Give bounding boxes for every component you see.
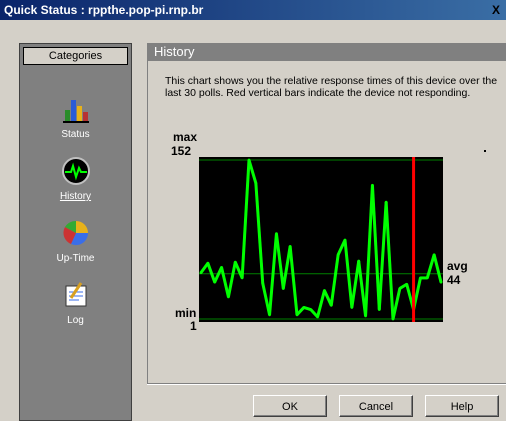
data-point xyxy=(268,313,271,317)
sidebar-item-up-time[interactable]: Up-Time xyxy=(20,218,131,264)
response-time-chart xyxy=(199,157,443,322)
data-point xyxy=(391,317,395,321)
data-point xyxy=(364,314,367,318)
sidebar-item-label: Log xyxy=(67,315,84,326)
data-point xyxy=(343,238,347,242)
max-label: max xyxy=(173,130,198,144)
sidebar-item-label: Status xyxy=(61,129,90,140)
heartbeat-icon xyxy=(61,157,90,185)
data-point xyxy=(405,282,409,286)
data-point xyxy=(220,266,223,269)
data-point xyxy=(419,276,422,280)
chart-description: This chart shows you the relative respon… xyxy=(165,75,498,99)
data-point xyxy=(247,158,251,162)
ok-button[interactable]: OK xyxy=(253,395,327,417)
data-point xyxy=(213,280,217,284)
close-button[interactable]: X xyxy=(492,2,506,18)
data-point xyxy=(316,315,319,319)
data-point xyxy=(227,295,230,299)
data-point xyxy=(254,181,258,185)
min-value: 1 xyxy=(190,319,197,333)
sidebar-item-label: Up-Time xyxy=(56,253,95,264)
data-point xyxy=(275,232,278,236)
title-bar: Quick Status : rppthe.pop-pi.rnp.br X xyxy=(0,0,506,20)
max-value: 152 xyxy=(171,144,192,158)
stray-dot xyxy=(484,150,486,152)
data-point xyxy=(350,306,354,309)
data-point xyxy=(384,200,388,204)
data-point xyxy=(199,271,203,275)
data-point xyxy=(323,289,326,292)
data-point xyxy=(371,183,374,187)
data-point xyxy=(432,253,436,257)
data-point xyxy=(233,260,237,264)
notepad-icon xyxy=(65,282,86,307)
data-point xyxy=(288,244,292,248)
data-point xyxy=(261,281,265,285)
data-point xyxy=(309,308,313,311)
sidebar-item-label: History xyxy=(59,191,92,202)
data-point xyxy=(240,276,244,280)
data-point xyxy=(206,261,210,265)
pie-chart-icon xyxy=(62,220,88,246)
window-title: Quick Status : rppthe.pop-pi.rnp.br xyxy=(4,3,204,17)
data-point xyxy=(439,280,443,284)
categories-sidebar: Categories Status History Up-Time Log xyxy=(19,43,132,421)
data-point xyxy=(336,253,340,257)
categories-header: Categories xyxy=(23,47,128,65)
min-label: min xyxy=(175,306,197,320)
data-point xyxy=(357,259,361,263)
data-point xyxy=(302,306,306,309)
button-separator xyxy=(147,383,506,385)
help-button[interactable]: Help xyxy=(425,395,499,417)
cancel-button[interactable]: Cancel xyxy=(339,395,413,417)
data-point xyxy=(281,287,285,290)
bar-chart-icon xyxy=(62,100,89,123)
data-point xyxy=(425,276,429,280)
sidebar-item-history[interactable]: History xyxy=(20,156,131,202)
chart-background xyxy=(199,157,443,322)
data-point xyxy=(398,287,402,290)
avg-label: avg xyxy=(447,259,468,273)
sidebar-item-status[interactable]: Status xyxy=(20,94,131,140)
data-point xyxy=(377,308,381,311)
sidebar-item-log[interactable]: Log xyxy=(20,280,131,326)
data-point xyxy=(329,303,333,307)
panel-title: History xyxy=(148,43,506,61)
avg-value: 44 xyxy=(447,273,461,287)
data-point xyxy=(295,313,299,317)
